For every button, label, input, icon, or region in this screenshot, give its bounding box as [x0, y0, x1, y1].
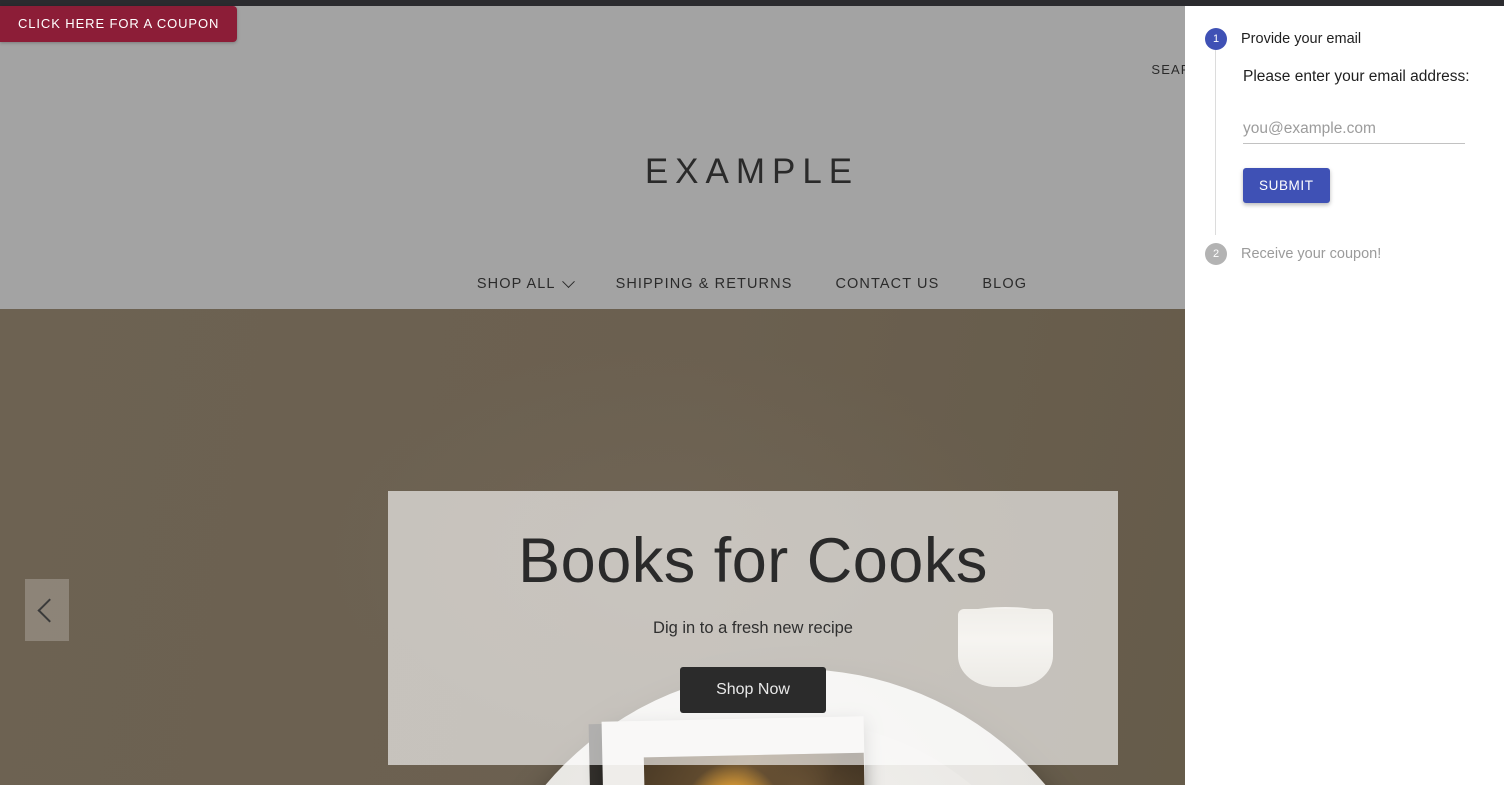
step-2-label: Receive your coupon! — [1241, 246, 1382, 262]
nav-item-shipping-returns-label: SHIPPING & RETURNS — [615, 276, 793, 292]
coupon-modal-panel: 1 Provide your email Please enter your e… — [1185, 6, 1504, 785]
coupon-tab-button[interactable]: CLICK HERE FOR A COUPON — [0, 6, 238, 42]
email-input[interactable] — [1243, 114, 1465, 144]
step-2-header: 2 Receive your coupon! — [1205, 243, 1484, 265]
chevron-down-icon — [561, 274, 575, 288]
nav-item-blog[interactable]: BLOG — [982, 276, 1027, 292]
hero-title: Books for Cooks — [518, 526, 988, 596]
nav-item-contact-us-label: CONTACT US — [835, 276, 940, 292]
step-1-body: Please enter your email address: SUBMIT — [1215, 50, 1484, 235]
step-1-label: Provide your email — [1241, 31, 1362, 47]
email-prompt-text: Please enter your email address: — [1243, 68, 1470, 85]
chevron-left-icon — [37, 597, 62, 623]
shop-now-button[interactable]: Shop Now — [680, 667, 826, 713]
page-root: SEARCH GIFT CERTIF EXAMPLE SHOP ALL SHIP… — [0, 0, 1504, 785]
nav-item-shop-all-label: SHOP ALL — [476, 276, 556, 292]
submit-button[interactable]: SUBMIT — [1243, 168, 1330, 203]
hero-subtitle: Dig in to a fresh new recipe — [653, 619, 853, 637]
nav-item-shop-all[interactable]: SHOP ALL — [476, 274, 575, 292]
step-2-badge: 2 — [1205, 243, 1227, 265]
carousel-prev-button[interactable] — [25, 579, 69, 641]
nav-item-contact-us[interactable]: CONTACT US — [835, 276, 939, 292]
hero-caption-box: Books for Cooks Dig in to a fresh new re… — [388, 491, 1118, 765]
step-1-badge: 1 — [1205, 28, 1227, 50]
step-1-header: 1 Provide your email — [1205, 28, 1484, 50]
nav-item-shipping-returns[interactable]: SHIPPING & RETURNS — [616, 276, 793, 292]
nav-item-blog-label: BLOG — [982, 276, 1028, 292]
